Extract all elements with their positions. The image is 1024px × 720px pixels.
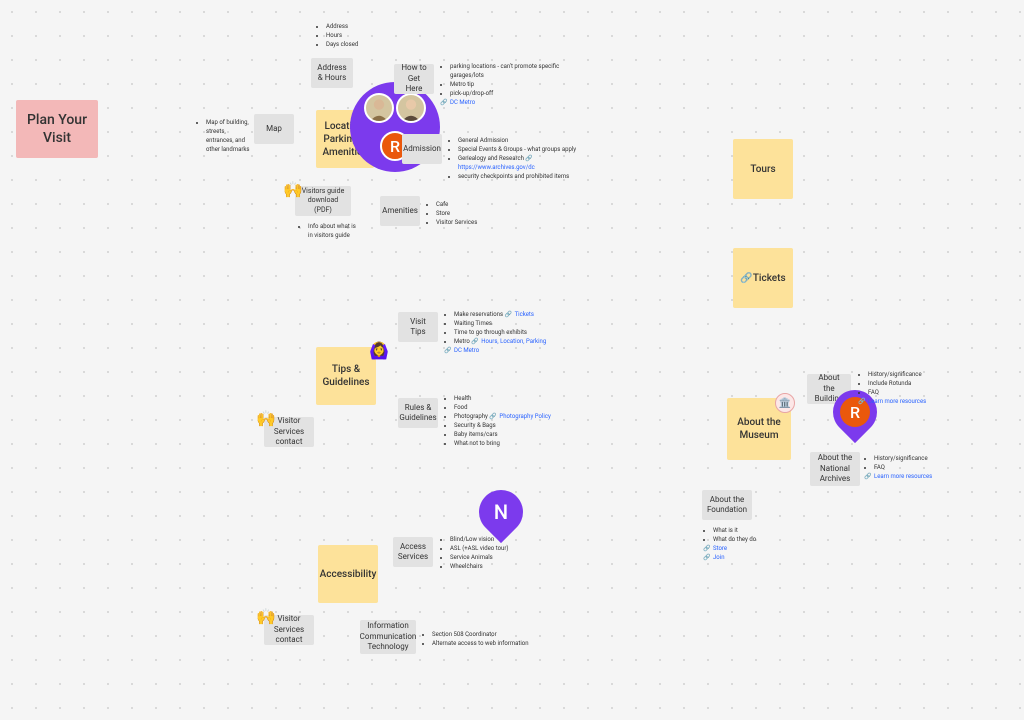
sticky-map[interactable]: Map — [254, 114, 294, 144]
reaction-emoji-4[interactable]: 🙌 — [256, 607, 270, 621]
reaction-emoji-3[interactable]: 🙌 — [256, 409, 270, 423]
about-bldg-bullets: History/significanceInclude RotundaFAQ🔗L… — [858, 370, 948, 406]
sticky-tips-guidelines[interactable]: Tips & Guidelines — [316, 347, 376, 405]
sticky-about-foundation[interactable]: About the Foundation — [702, 490, 752, 520]
link-dc-metro-2[interactable]: DC Metro — [454, 347, 479, 354]
sticky-accessibility[interactable]: Accessibility — [318, 545, 378, 603]
link-icon: 🔗 — [505, 310, 513, 318]
link-join[interactable]: Join — [713, 554, 725, 561]
link-icon: 🔗 — [525, 154, 533, 162]
link-icon: 🔗 — [489, 412, 497, 420]
sticky-how-to-get-here[interactable]: How to Get Here — [394, 64, 434, 94]
figjam-canvas[interactable]: { "root": { "title": "Plan Your Visit" }… — [0, 0, 1024, 720]
rules-bullets: HealthFoodPhotography 🔗Photography Polic… — [444, 394, 564, 448]
link-store[interactable]: Store — [713, 545, 727, 552]
link-learn-more-2[interactable]: Learn more resources — [874, 473, 932, 480]
avatar-user-1 — [364, 93, 394, 123]
sticky-access-services[interactable]: Access Services — [393, 537, 433, 567]
sticky-ict[interactable]: Information Communication Technology — [360, 620, 416, 654]
sticky-visitor-guide[interactable]: Visitors guide download (PDF) — [295, 186, 351, 216]
link-icon: 🔗 — [703, 553, 711, 561]
sticky-about-archives[interactable]: About the National Archives — [810, 452, 860, 486]
access-bullets: Blind/Low visionASL (+ASL video tour)Ser… — [440, 535, 540, 571]
link-icon: 🔗 — [740, 272, 752, 285]
sticky-rules-guidelines[interactable]: Rules & Guidelines — [398, 398, 438, 428]
link-icon: 🔗 — [864, 472, 872, 480]
link-archives-dc[interactable]: https://www.archives.gov/dc — [458, 164, 535, 171]
avatar-user-2 — [396, 93, 426, 123]
address-bullets: AddressHoursDays closed — [316, 22, 376, 49]
link-dc-metro[interactable]: DC Metro — [450, 99, 475, 106]
link-icon: 🔗 — [440, 98, 448, 106]
link-photo-policy[interactable]: Photography Policy — [499, 413, 550, 420]
admission-bullets: General AdmissionSpecial Events & Groups… — [448, 136, 598, 181]
how-bullets: parking locations - can't promote specif… — [440, 62, 590, 107]
reaction-emoji-2[interactable]: 🙆‍♀️ — [369, 341, 383, 355]
about-fnd-bullets: What is itWhat do they do🔗Store🔗Join — [703, 526, 783, 562]
sticky-amenities[interactable]: Amenities — [380, 196, 420, 226]
ict-bullets: Section 508 CoordinatorAlternate access … — [422, 630, 542, 648]
link-icon: 🔗 — [703, 544, 711, 552]
guide-bullets: Info about what is in visitors guide — [298, 222, 358, 240]
sticky-visit-tips[interactable]: Visit Tips — [398, 312, 438, 342]
avatar-pin-n[interactable]: N — [470, 481, 532, 543]
sticky-tickets[interactable]: 🔗Tickets — [733, 248, 793, 308]
link-icon: 🔗 — [858, 397, 866, 405]
sticky-tours[interactable]: Tours — [733, 139, 793, 199]
link-learn-more-1[interactable]: Learn more resources — [868, 398, 926, 405]
about-arch-bullets: History/significanceFAQ🔗Learn more resou… — [864, 454, 944, 481]
link-icon: 🔗 — [471, 337, 479, 345]
map-bullets: Map of building, streets, entrances, and… — [196, 118, 252, 154]
link-icon: 🔗 — [444, 346, 452, 354]
link-hours-location[interactable]: Hours, Location, Parking — [481, 338, 546, 345]
reaction-emoji[interactable]: 🙌 — [283, 180, 297, 194]
visit-tips-bullets: Make reservations 🔗TicketsWaiting TimesT… — [444, 310, 584, 355]
root-plan-visit[interactable]: Plan Your Visit — [16, 100, 98, 158]
sticky-admission[interactable]: Admission — [402, 134, 442, 164]
badge-building-icon: 🏛️ — [775, 393, 795, 413]
amenities-bullets: CafeStoreVisitor Services — [426, 200, 506, 227]
link-tickets[interactable]: Tickets — [515, 311, 534, 318]
sticky-address-hours[interactable]: Address & Hours — [311, 58, 353, 88]
